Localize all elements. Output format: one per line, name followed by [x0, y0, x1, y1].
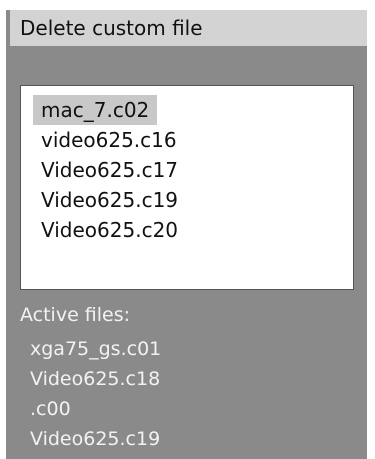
- list-item[interactable]: Video625.c20: [33, 215, 186, 245]
- active-files-label: Active files:: [20, 304, 131, 326]
- active-file-item: Video625.c19: [30, 428, 161, 450]
- list-item[interactable]: video625.c16: [33, 125, 185, 155]
- dialog-title: Delete custom file: [10, 10, 367, 46]
- list-item[interactable]: Video625.c19: [33, 185, 186, 215]
- delete-custom-file-dialog: Delete custom file mac_7.c02 video625.c1…: [6, 10, 367, 459]
- list-item[interactable]: Video625.c17: [33, 155, 186, 185]
- active-file-item: .c00: [30, 398, 71, 420]
- custom-file-list[interactable]: mac_7.c02 video625.c16 Video625.c17 Vide…: [20, 85, 354, 290]
- active-file-item: xga75_gs.c01: [30, 338, 162, 360]
- list-item-selected[interactable]: mac_7.c02: [33, 95, 158, 125]
- active-file-item: Video625.c18: [30, 368, 161, 390]
